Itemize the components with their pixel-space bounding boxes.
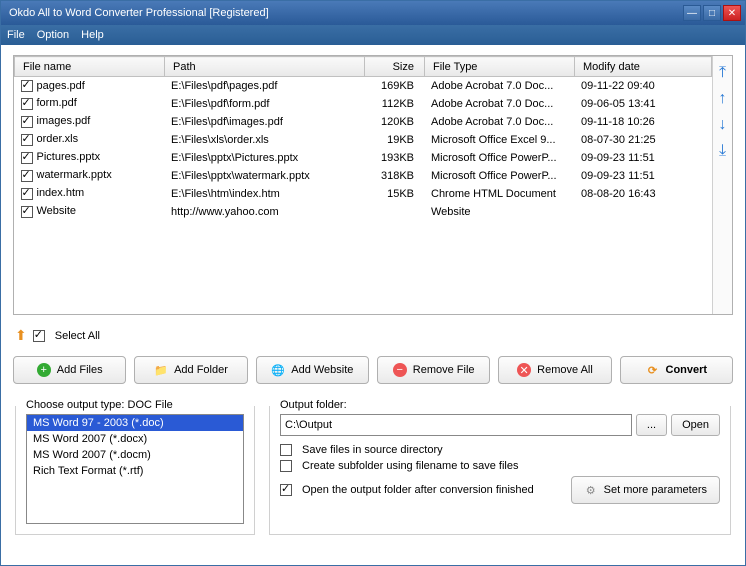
row-checkbox[interactable] bbox=[21, 188, 33, 200]
row-checkbox[interactable] bbox=[21, 134, 33, 146]
titlebar: Okdo All to Word Converter Professional … bbox=[1, 1, 745, 25]
convert-icon: ⟳ bbox=[646, 363, 660, 377]
add-website-button[interactable]: 🌐Add Website bbox=[256, 356, 369, 384]
open-after-label: Open the output folder after conversion … bbox=[302, 484, 534, 496]
output-type-panel: Choose output type: DOC File MS Word 97 … bbox=[15, 406, 255, 535]
select-all-checkbox[interactable] bbox=[33, 330, 45, 342]
remove-all-icon: ✕ bbox=[517, 363, 531, 377]
select-all-row: ⬆ Select All bbox=[13, 323, 733, 348]
reorder-toolbar: ⤒ ↑ ↓ ⤓ bbox=[712, 56, 732, 314]
minus-icon: − bbox=[393, 363, 407, 377]
close-button[interactable]: ✕ bbox=[723, 5, 741, 21]
add-files-button[interactable]: +Add Files bbox=[13, 356, 126, 384]
table-row[interactable]: images.pdfE:\Files\pdf\images.pdf120KBAd… bbox=[15, 113, 712, 131]
save-in-source-label: Save files in source directory bbox=[302, 444, 443, 456]
table-row[interactable]: watermark.pptxE:\Files\pptx\watermark.pp… bbox=[15, 167, 712, 185]
row-checkbox[interactable] bbox=[21, 170, 33, 182]
plus-icon: + bbox=[37, 363, 51, 377]
output-folder-panel: Output folder: ... Open Save files in so… bbox=[269, 406, 731, 535]
menu-option[interactable]: Option bbox=[37, 29, 69, 41]
list-item[interactable]: Rich Text Format (*.rtf) bbox=[27, 463, 243, 479]
open-folder-button[interactable]: Open bbox=[671, 414, 720, 436]
col-filetype[interactable]: File Type bbox=[425, 57, 575, 77]
open-after-checkbox[interactable] bbox=[280, 484, 292, 496]
menu-file[interactable]: File bbox=[7, 29, 25, 41]
gear-icon: ⚙ bbox=[584, 483, 598, 497]
row-checkbox[interactable] bbox=[21, 98, 33, 110]
list-item[interactable]: MS Word 2007 (*.docx) bbox=[27, 431, 243, 447]
table-row[interactable]: Pictures.pptxE:\Files\pptx\Pictures.pptx… bbox=[15, 149, 712, 167]
create-subfolder-label: Create subfolder using filename to save … bbox=[302, 460, 518, 472]
output-type-listbox[interactable]: MS Word 97 - 2003 (*.doc)MS Word 2007 (*… bbox=[26, 414, 244, 524]
move-bottom-icon[interactable]: ⤓ bbox=[719, 142, 726, 160]
menu-help[interactable]: Help bbox=[81, 29, 104, 41]
list-item[interactable]: MS Word 97 - 2003 (*.doc) bbox=[27, 415, 243, 431]
table-row[interactable]: pages.pdfE:\Files\pdf\pages.pdf169KBAdob… bbox=[15, 77, 712, 95]
table-row[interactable]: form.pdfE:\Files\pdf\form.pdf112KBAdobe … bbox=[15, 95, 712, 113]
folder-icon: 📁 bbox=[154, 363, 168, 377]
up-level-icon[interactable]: ⬆ bbox=[15, 327, 27, 344]
table-row[interactable]: index.htmE:\Files\htm\index.htm15KBChrom… bbox=[15, 185, 712, 203]
move-top-icon[interactable]: ⤒ bbox=[719, 64, 726, 82]
move-up-icon[interactable]: ↑ bbox=[719, 90, 727, 108]
save-in-source-checkbox[interactable] bbox=[280, 444, 292, 456]
table-row[interactable]: order.xlsE:\Files\xls\order.xls19KBMicro… bbox=[15, 131, 712, 149]
output-folder-label: Output folder: bbox=[276, 399, 351, 411]
menubar: File Option Help bbox=[1, 25, 745, 45]
remove-file-button[interactable]: −Remove File bbox=[377, 356, 490, 384]
remove-all-button[interactable]: ✕Remove All bbox=[498, 356, 611, 384]
create-subfolder-checkbox[interactable] bbox=[280, 460, 292, 472]
add-folder-button[interactable]: 📁Add Folder bbox=[134, 356, 247, 384]
output-folder-input[interactable] bbox=[280, 414, 632, 436]
row-checkbox[interactable] bbox=[21, 152, 33, 164]
app-window: Okdo All to Word Converter Professional … bbox=[0, 0, 746, 566]
set-more-parameters-button[interactable]: ⚙Set more parameters bbox=[571, 476, 720, 504]
row-checkbox[interactable] bbox=[21, 206, 33, 218]
table-row[interactable]: Websitehttp://www.yahoo.comWebsite bbox=[15, 203, 712, 221]
browse-button[interactable]: ... bbox=[636, 414, 667, 436]
bottom-panels: Choose output type: DOC File MS Word 97 … bbox=[13, 392, 733, 537]
list-item[interactable]: MS Word 2007 (*.docm) bbox=[27, 447, 243, 463]
select-all-label: Select All bbox=[55, 330, 100, 342]
col-filename[interactable]: File name bbox=[15, 57, 165, 77]
button-row: +Add Files 📁Add Folder 🌐Add Website −Rem… bbox=[13, 356, 733, 384]
row-checkbox[interactable] bbox=[21, 80, 33, 92]
window-title: Okdo All to Word Converter Professional … bbox=[5, 7, 681, 19]
col-path[interactable]: Path bbox=[165, 57, 365, 77]
convert-button[interactable]: ⟳Convert bbox=[620, 356, 733, 384]
file-list-container: File name Path Size File Type Modify dat… bbox=[13, 55, 733, 315]
output-type-label: Choose output type: DOC File bbox=[22, 399, 177, 411]
maximize-button[interactable]: □ bbox=[703, 5, 721, 21]
col-modify[interactable]: Modify date bbox=[575, 57, 712, 77]
move-down-icon[interactable]: ↓ bbox=[719, 116, 727, 134]
file-table: File name Path Size File Type Modify dat… bbox=[14, 56, 712, 221]
col-size[interactable]: Size bbox=[365, 57, 425, 77]
minimize-button[interactable]: — bbox=[683, 5, 701, 21]
globe-icon: 🌐 bbox=[271, 363, 285, 377]
row-checkbox[interactable] bbox=[21, 116, 33, 128]
content-area: File name Path Size File Type Modify dat… bbox=[1, 45, 745, 565]
